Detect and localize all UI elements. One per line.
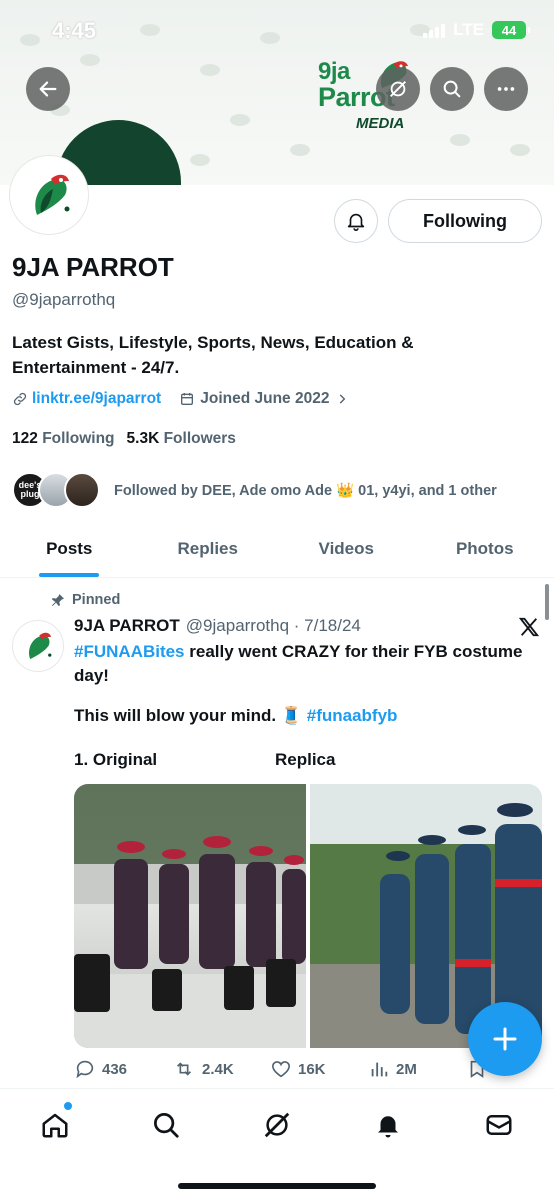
home-indicator[interactable] [178, 1183, 376, 1189]
status-time: 4:45 [52, 18, 97, 43]
back-button[interactable] [26, 67, 70, 111]
parrot-logo-icon [29, 632, 52, 660]
bell-icon [378, 1116, 398, 1138]
network-type: LTE [453, 20, 484, 39]
tweet-actions: 436 2.4K 16K 2M [74, 1058, 544, 1080]
nav-search[interactable] [146, 1105, 186, 1145]
follower-avatar [64, 472, 100, 508]
more-horizontal-icon [497, 87, 515, 91]
grok-icon [264, 1112, 290, 1138]
notifications-subscribe-button[interactable] [334, 199, 378, 243]
flight-attendants-photo [74, 784, 306, 1048]
tweet-hashtag[interactable]: #FUNAABites [74, 642, 185, 661]
grok-button[interactable] [376, 67, 420, 111]
tweet-author-avatar[interactable] [12, 620, 64, 672]
compose-post-button[interactable] [468, 1002, 542, 1076]
link-icon [13, 392, 27, 406]
profile-meta: linktr.ee/9japarrot Joined June 2022 [12, 390, 349, 408]
view-count: 2M [396, 1060, 417, 1078]
profile-handle: @9japarrothq [12, 290, 116, 309]
following-count: 122 [12, 430, 38, 447]
tweet-handle-date: @9japarrothq · 7/18/24 [185, 616, 361, 635]
battery-level: 44 [501, 22, 517, 38]
followed-by-text: Followed by DEE, Ade omo Ade 👑 01, y4yi,… [114, 482, 497, 499]
like-count: 16K [298, 1060, 326, 1078]
following-count-link[interactable]: 122 Following [12, 430, 115, 448]
profile-bio: Latest Gists, Lifestyle, Sports, News, E… [12, 333, 414, 377]
reply-count: 436 [102, 1060, 128, 1078]
x-logo-icon [518, 617, 540, 637]
parrot-logo-icon [35, 174, 70, 215]
follow-counts: 122 Following 5.3K Followers [12, 430, 236, 448]
views-button[interactable]: 2M [368, 1058, 466, 1080]
repost-count: 2.4K [202, 1060, 234, 1078]
tab-videos[interactable]: Videos [277, 520, 416, 577]
battery-icon: 44 [492, 21, 530, 39]
followers-count-link[interactable]: 5.3K Followers [127, 430, 236, 448]
nav-messages[interactable] [479, 1105, 519, 1145]
bell-plus-icon [347, 213, 365, 231]
mail-icon [486, 1115, 512, 1135]
tweet-author-name[interactable]: 9JA PARROT [74, 616, 180, 636]
joined-date-text: Joined June 2022 [200, 390, 330, 407]
reply-button[interactable]: 436 [74, 1058, 172, 1080]
tweet-hashtag[interactable]: #funaabfyb [307, 706, 398, 725]
calendar-icon [181, 393, 194, 405]
profile-display-name: 9JA PARROT [12, 252, 174, 282]
status-indicators: LTE 44 [423, 20, 530, 40]
cellular-signal-icon [423, 22, 446, 38]
pin-icon [52, 594, 64, 606]
pinned-text: Pinned [72, 592, 121, 608]
repost-button[interactable]: 2.4K [172, 1058, 270, 1080]
scrollbar[interactable] [545, 584, 549, 620]
search-button[interactable] [430, 67, 474, 111]
views-icon [371, 1062, 388, 1077]
tweet-media[interactable] [74, 784, 542, 1048]
profile-tabs: Posts Replies Videos Photos [0, 520, 554, 578]
status-bar: 4:45 LTE 44 [0, 0, 554, 62]
home-notification-dot [64, 1102, 72, 1110]
search-icon [154, 1113, 179, 1138]
tab-replies[interactable]: Replies [139, 520, 278, 577]
nav-home[interactable] [35, 1105, 75, 1145]
label-original: 1. Original [74, 750, 158, 769]
tweet-header: 9JA PARROT @9japarrothq · 7/18/24 [74, 616, 361, 636]
pinned-label: Pinned [50, 592, 120, 608]
tab-photos[interactable]: Photos [416, 520, 554, 577]
grok-icon [390, 81, 406, 97]
heart-icon [271, 1061, 291, 1078]
following-label: Following [42, 430, 115, 447]
more-options-button[interactable] [484, 67, 528, 111]
home-icon [42, 1113, 68, 1138]
plus-icon [493, 1027, 517, 1051]
brand-logo-line3: MEDIA [356, 115, 405, 132]
followed-by-row[interactable]: dee's plug Followed by DEE, Ade omo Ade … [12, 472, 497, 508]
like-button[interactable]: 16K [270, 1058, 368, 1080]
search-icon [443, 80, 461, 98]
label-replica: Replica [275, 750, 336, 769]
profile-link[interactable]: linktr.ee/9japarrot [32, 390, 161, 408]
repost-icon [176, 1062, 192, 1076]
nav-grok[interactable] [257, 1105, 297, 1145]
tab-posts[interactable]: Posts [0, 520, 139, 577]
followers-count: 5.3K [126, 430, 160, 447]
tweet-text-part: This will blow your mind. 🧵 [74, 706, 307, 725]
chevron-right-icon [340, 394, 346, 404]
profile-avatar[interactable] [10, 156, 88, 234]
tweet-text-line2: This will blow your mind. 🧵 #funaabfyb [74, 706, 397, 726]
nav-notifications[interactable] [368, 1105, 408, 1145]
joined-date[interactable]: Joined June 2022 [179, 390, 349, 408]
reply-icon [76, 1060, 94, 1079]
following-button[interactable]: Following [388, 199, 542, 243]
followers-label: Followers [163, 430, 236, 447]
arrow-left-icon [39, 81, 57, 97]
tweet-text: #FUNAABites really went CRAZY for their … [74, 640, 534, 688]
tweet-photo-original[interactable] [74, 784, 306, 1048]
